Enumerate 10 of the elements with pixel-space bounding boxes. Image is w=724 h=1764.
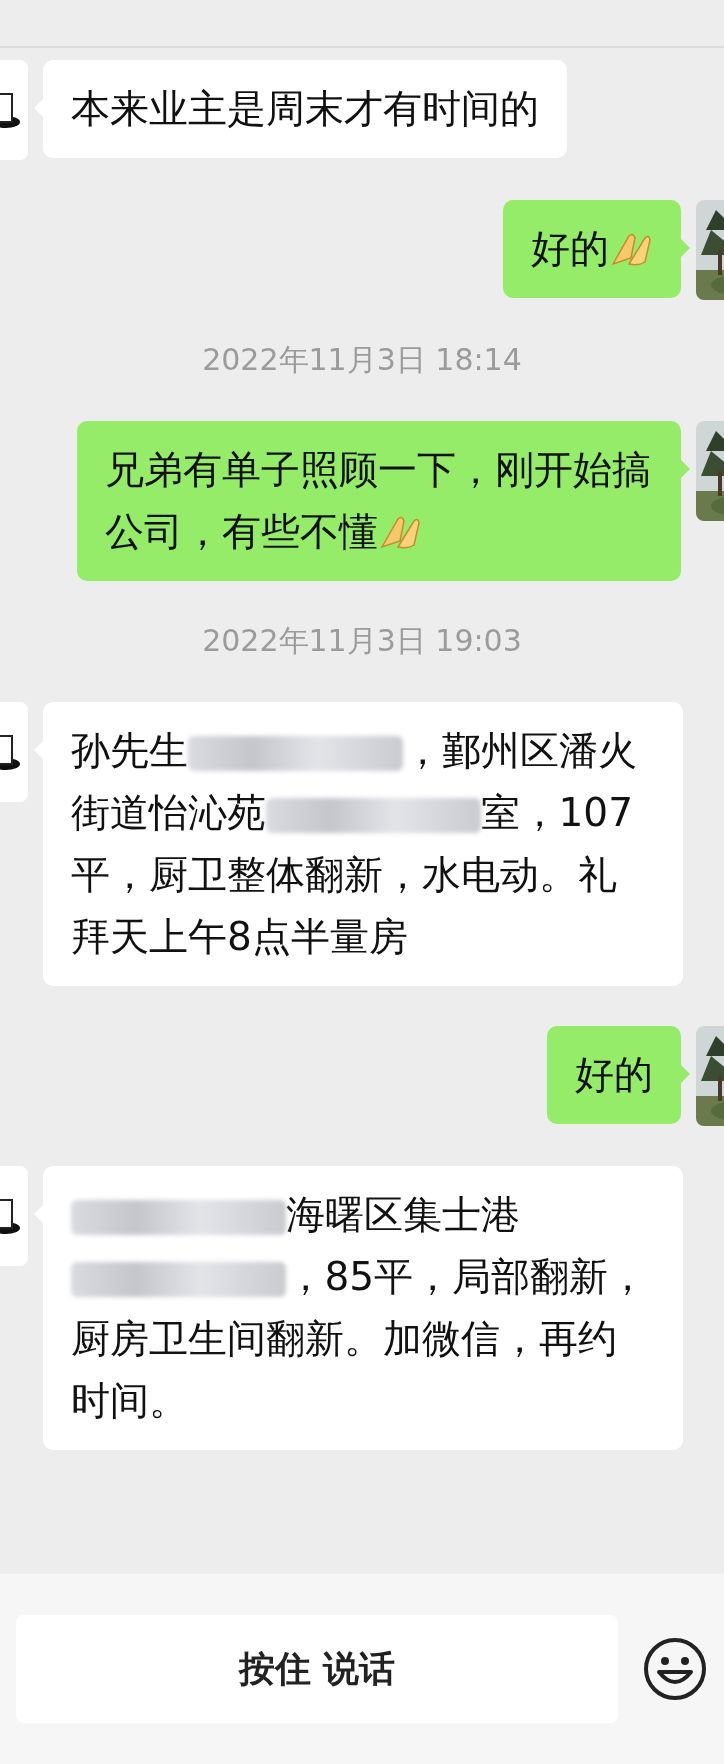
message-bubble: 好的 [547,1026,681,1124]
hold-to-talk-button[interactable]: 按住 说话 [16,1615,618,1723]
message-bubble: 海曙区集士港 ，85平，局部翻新，厨房卫生间翻新。加微信，再约时间。 [43,1166,683,1450]
timestamp: 2022年11月3日 18:14 [202,341,522,379]
timestamp: 2022年11月3日 19:03 [202,622,522,660]
message-bubble: 好的 [503,200,681,298]
message-bubble: 孙先生 ，鄞州区潘火街道怡沁苑 室，107平，厨卫整体翻新，水电动。礼拜天上午8点半量房 [43,702,683,986]
message-bubble: 兄弟有单子照顾一下，刚开始搞公司，有些不懂 [77,421,681,581]
message-bubble: 本来业主是周末才有时间的 [43,60,567,158]
emoji-icon[interactable] [642,1636,708,1702]
